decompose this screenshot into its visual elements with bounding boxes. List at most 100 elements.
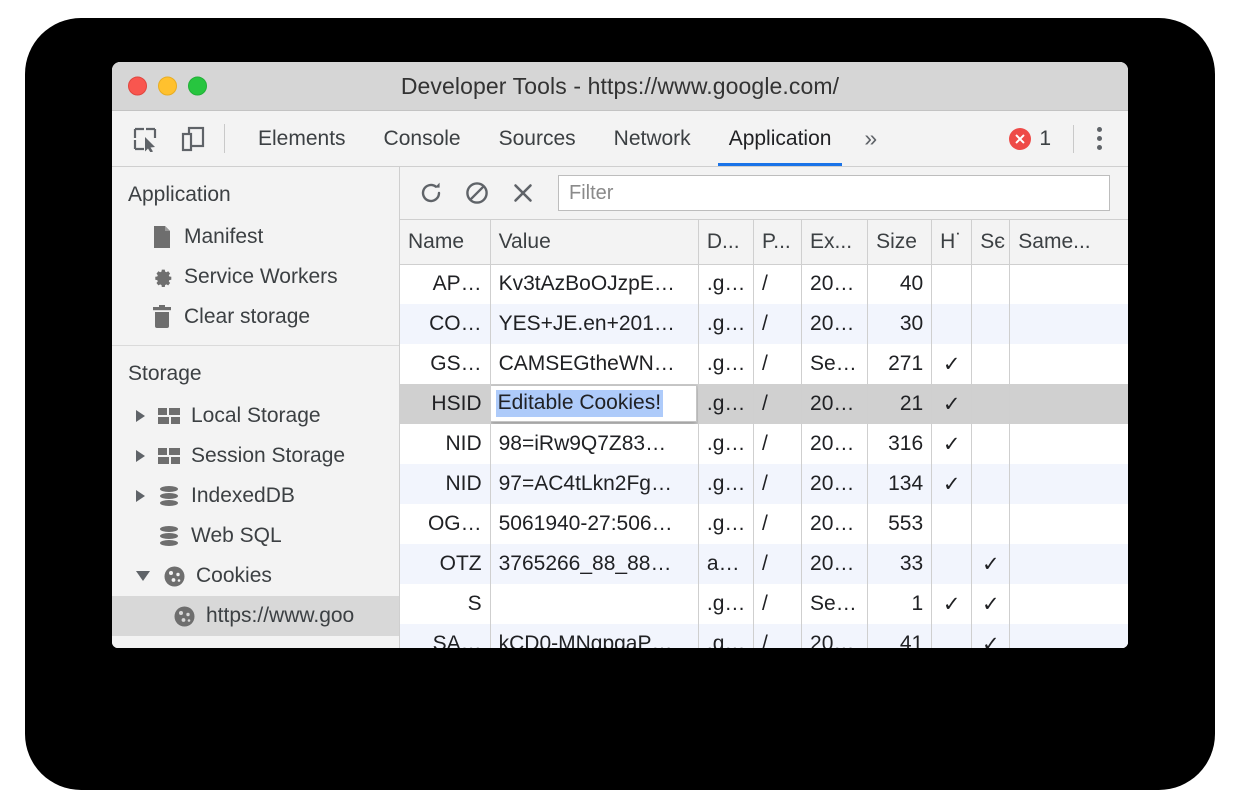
cell-name[interactable]: OG… [400,504,490,544]
cell-size[interactable]: 1 [868,584,932,624]
cell-expires[interactable]: 20… [802,504,868,544]
cell-name[interactable]: NID [400,424,490,464]
cell-samesite[interactable] [1010,424,1128,464]
cell-secure[interactable] [972,504,1010,544]
cell-secure[interactable] [972,384,1010,424]
cell-expires[interactable]: 20… [802,624,868,648]
minimize-window-button[interactable] [158,77,177,96]
cell-domain[interactable]: .g… [698,424,753,464]
cell-domain[interactable]: .g… [698,504,753,544]
table-row[interactable]: HSIDEditable Cookies!.g…/20…21✓ [400,384,1128,424]
cell-secure[interactable]: ✓ [972,544,1010,584]
cell-value[interactable] [490,584,698,624]
tab-sources[interactable]: Sources [480,111,595,166]
refresh-icon[interactable] [412,174,450,212]
column-header-path[interactable]: P... [753,220,801,264]
cell-path[interactable]: / [753,544,801,584]
cell-domain[interactable]: .g… [698,344,753,384]
cell-samesite[interactable] [1010,384,1128,424]
cell-secure[interactable] [972,264,1010,304]
table-row[interactable]: S.g…/Se…1✓✓ [400,584,1128,624]
cell-secure[interactable] [972,424,1010,464]
table-row[interactable]: CO…YES+JE.en+201….g…/20…30 [400,304,1128,344]
cell-expires[interactable]: Se… [802,344,868,384]
cell-size[interactable]: 40 [868,264,932,304]
cell-expires[interactable]: 20… [802,464,868,504]
cell-size[interactable]: 316 [868,424,932,464]
tab-console[interactable]: Console [365,111,480,166]
cell-size[interactable]: 553 [868,504,932,544]
cell-value[interactable]: CAMSEGtheWN… [490,344,698,384]
cell-expires[interactable]: 20… [802,544,868,584]
cell-domain[interactable]: .g… [698,584,753,624]
table-row[interactable]: AP…Kv3tAzBoOJzpE….g…/20…40 [400,264,1128,304]
inspect-element-icon[interactable] [128,122,162,156]
cell-domain[interactable]: .g… [698,304,753,344]
cell-httponly[interactable] [932,624,972,648]
cell-size[interactable]: 33 [868,544,932,584]
cell-samesite[interactable] [1010,344,1128,384]
sidebar-item-service-workers[interactable]: Service Workers [112,257,399,297]
cell-path[interactable]: / [753,304,801,344]
cell-value[interactable]: 97=AC4tLkn2Fg… [490,464,698,504]
cell-httponly[interactable]: ✓ [932,464,972,504]
cell-size[interactable]: 30 [868,304,932,344]
cell-samesite[interactable] [1010,544,1128,584]
cell-path[interactable]: / [753,344,801,384]
cell-path[interactable]: / [753,424,801,464]
table-row[interactable]: GS…CAMSEGtheWN….g…/Se…271✓ [400,344,1128,384]
column-header-expires[interactable]: Ex... [802,220,868,264]
cell-name[interactable]: OTZ [400,544,490,584]
column-header-value[interactable]: Value [490,220,698,264]
cell-name[interactable]: NID [400,464,490,504]
cell-path[interactable]: / [753,264,801,304]
cell-name[interactable]: CO… [400,304,490,344]
more-tabs-chevron-icon[interactable]: » [850,111,891,166]
cell-size[interactable]: 21 [868,384,932,424]
cell-domain[interactable]: .g… [698,464,753,504]
column-header-httponly[interactable]: H˙ [932,220,972,264]
cell-samesite[interactable] [1010,584,1128,624]
cell-name[interactable]: AP… [400,264,490,304]
cell-domain[interactable]: .g… [698,384,753,424]
maximize-window-button[interactable] [188,77,207,96]
column-header-samesite[interactable]: Same... [1010,220,1128,264]
table-row[interactable]: NID97=AC4tLkn2Fg….g…/20…134✓ [400,464,1128,504]
sidebar-item-web-sql[interactable]: Web SQL [112,516,399,556]
cell-secure[interactable]: ✓ [972,624,1010,648]
filter-input[interactable] [558,175,1110,211]
cell-size[interactable]: 271 [868,344,932,384]
sidebar-item-session-storage[interactable]: Session Storage [112,436,399,476]
cell-httponly[interactable]: ✓ [932,424,972,464]
cell-name[interactable]: S [400,584,490,624]
kebab-menu-icon[interactable] [1084,122,1114,156]
cell-name[interactable]: SA… [400,624,490,648]
cell-expires[interactable]: Se… [802,584,868,624]
cell-httponly[interactable]: ✓ [932,344,972,384]
cell-samesite[interactable] [1010,504,1128,544]
cookies-table-container[interactable]: Name Value D... P... Ex... Size H˙ Sє Sa… [400,220,1128,648]
tab-application[interactable]: Application [710,111,851,166]
cell-domain[interactable]: .g… [698,624,753,648]
chevron-right-icon[interactable] [136,410,145,422]
table-row[interactable]: SA…kCD0-MNgpgaP….g…/20…41✓ [400,624,1128,648]
cell-path[interactable]: / [753,584,801,624]
table-row[interactable]: OG…5061940-27:506….g…/20…553 [400,504,1128,544]
device-toolbar-icon[interactable] [176,122,210,156]
cell-value[interactable]: Kv3tAzBoOJzpE… [490,264,698,304]
sidebar-item-local-storage[interactable]: Local Storage [112,396,399,436]
cell-expires[interactable]: 20… [802,304,868,344]
cell-path[interactable]: / [753,464,801,504]
cell-secure[interactable] [972,464,1010,504]
column-header-size[interactable]: Size [868,220,932,264]
cell-secure[interactable] [972,304,1010,344]
table-row[interactable]: NID98=iRw9Q7Z83….g…/20…316✓ [400,424,1128,464]
cell-httponly[interactable] [932,504,972,544]
chevron-right-icon[interactable] [136,450,145,462]
delete-selected-icon[interactable] [504,174,542,212]
column-header-secure[interactable]: Sє [972,220,1010,264]
sidebar-item-cookies[interactable]: Cookies [112,556,399,596]
cell-samesite[interactable] [1010,304,1128,344]
cell-secure[interactable]: ✓ [972,584,1010,624]
cell-httponly[interactable] [932,544,972,584]
